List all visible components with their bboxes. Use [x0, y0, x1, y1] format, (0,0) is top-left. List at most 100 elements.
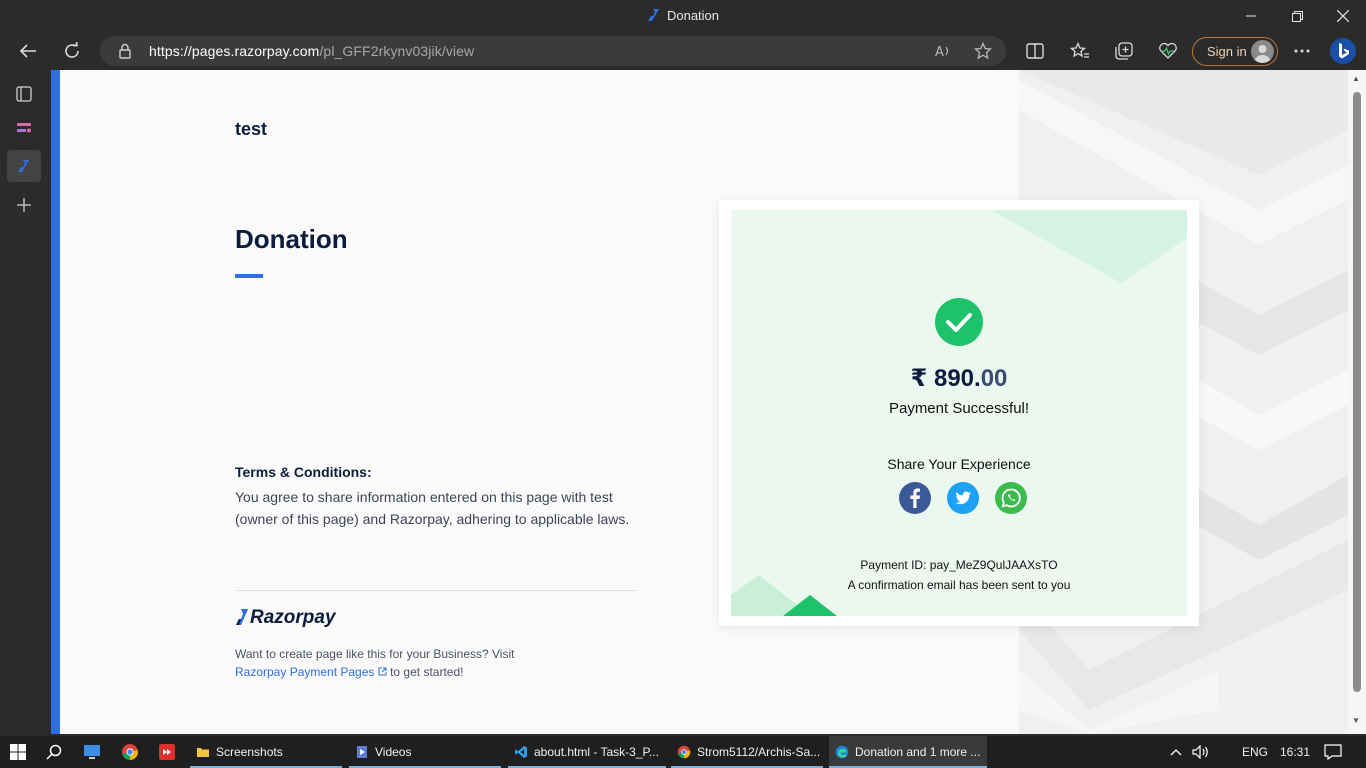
new-tab-button[interactable] — [7, 189, 41, 221]
computer-icon — [84, 745, 100, 759]
windows-taskbar: Screenshots Videos about.html - Task-3_P… — [0, 736, 1366, 768]
twitter-share-button[interactable] — [947, 482, 979, 514]
media-app-icon — [159, 744, 175, 760]
title-bar: Donation — [0, 0, 1366, 32]
video-folder-icon — [357, 746, 367, 758]
pinned-this-pc[interactable] — [74, 736, 110, 768]
taskbar-app-label: Videos — [375, 745, 412, 759]
favorites-button[interactable] — [1063, 34, 1097, 68]
settings-more-button[interactable] — [1285, 34, 1319, 68]
pinned-chrome[interactable] — [112, 736, 148, 768]
vscode-icon — [515, 746, 527, 758]
address-bar[interactable]: https://pages.razorpay.com/pl_GFF2rkynv0… — [100, 36, 1006, 66]
folder-icon — [197, 748, 209, 757]
taskbar-app-label: Strom5112/Archis-Sa... — [697, 745, 821, 759]
heart-pulse-icon — [1159, 42, 1177, 59]
taskbar-app-edge-donation[interactable]: Donation and 1 more ... — [829, 736, 987, 768]
title-underline — [235, 274, 263, 278]
collections-icon — [1115, 42, 1133, 60]
razorpay-brand-text: Razorpay — [250, 607, 336, 628]
search-button[interactable] — [36, 736, 72, 768]
url-path: /pl_GFF2rkynv03jik/view — [319, 43, 475, 59]
taskbar-app-label: Screenshots — [216, 745, 283, 759]
window-title: Donation — [0, 8, 1366, 23]
taskbar-app-chrome-github[interactable]: Strom5112/Archis-Sa... — [671, 736, 823, 768]
taskbar-app-label: about.html - Task-3_P... — [534, 745, 659, 759]
payment-pages-link[interactable]: Razorpay Payment Pages — [235, 665, 387, 679]
svg-text:A: A — [935, 45, 944, 60]
search-icon — [46, 744, 62, 760]
tab-actions-icon — [16, 86, 32, 102]
clock[interactable]: 16:31 — [1280, 736, 1310, 768]
chevron-up-icon — [1170, 749, 1182, 756]
split-screen-button[interactable] — [1018, 34, 1052, 68]
close-icon — [1337, 10, 1349, 22]
receipt-card: ₹ 890.00 Payment Successful! Share Your … — [719, 200, 1199, 626]
language-indicator[interactable]: ENG — [1242, 736, 1268, 768]
read-aloud-icon[interactable]: A — [934, 42, 952, 60]
refresh-button[interactable] — [55, 34, 89, 68]
speaker-icon — [1192, 745, 1208, 759]
page-scrollbar[interactable]: ▲ ▼ — [1348, 70, 1366, 734]
divider — [237, 590, 637, 591]
taskbar-app-videos[interactable]: Videos — [349, 736, 501, 768]
chrome-icon — [677, 745, 691, 759]
minimize-button[interactable] — [1228, 0, 1274, 32]
merchant-name: test — [235, 119, 268, 139]
back-arrow-icon — [19, 44, 36, 58]
facebook-share-button[interactable] — [899, 482, 931, 514]
receipt-card-inner: ₹ 890.00 Payment Successful! Share Your … — [731, 210, 1187, 616]
bing-icon — [1330, 38, 1356, 64]
facebook-icon — [910, 488, 920, 508]
razorpay-favicon-icon — [647, 9, 659, 21]
terms-heading: Terms & Conditions: — [235, 464, 372, 480]
promo-line: Want to create page like this for your B… — [235, 647, 515, 661]
plus-icon — [17, 198, 31, 212]
more-dots-icon — [1294, 49, 1310, 53]
sign-in-label: Sign in — [1207, 44, 1247, 59]
share-label: Share Your Experience — [887, 456, 1031, 472]
back-button[interactable] — [11, 34, 45, 68]
collections-button[interactable] — [1107, 34, 1141, 68]
tab-actions-button[interactable] — [7, 78, 41, 110]
show-hidden-icons-button[interactable] — [1170, 736, 1186, 768]
razorpay-logo-icon — [236, 609, 248, 625]
minimize-icon — [1246, 15, 1256, 17]
notifications-button[interactable] — [1324, 736, 1344, 768]
whatsapp-icon — [1001, 488, 1021, 508]
pinned-app[interactable] — [149, 736, 185, 768]
scroll-down-icon[interactable]: ▼ — [1352, 716, 1360, 725]
payment-pages-link-text: Razorpay Payment Pages — [235, 665, 375, 679]
sidebar-tab-extension[interactable] — [7, 112, 41, 144]
success-check-icon — [935, 298, 983, 346]
promo-text: Want to create page like this for your B… — [235, 645, 514, 681]
scrollbar-thumb[interactable] — [1353, 92, 1361, 692]
bing-copilot-button[interactable] — [1326, 34, 1360, 68]
volume-button[interactable] — [1192, 736, 1212, 768]
split-screen-icon — [1026, 43, 1044, 59]
restore-icon — [1291, 10, 1303, 22]
favorite-star-icon[interactable] — [974, 42, 992, 60]
close-button[interactable] — [1320, 0, 1366, 32]
payment-id: Payment ID: pay_MeZ9QulJAAXsTO — [860, 558, 1058, 572]
payment-status: Payment Successful! — [888, 400, 1030, 417]
whatsapp-share-button[interactable] — [995, 482, 1027, 514]
restore-button[interactable] — [1274, 0, 1320, 32]
taskbar-app-screenshots[interactable]: Screenshots — [190, 736, 342, 768]
razorpay-tab-icon — [18, 160, 29, 172]
browser-essentials-button[interactable] — [1151, 34, 1185, 68]
edge-icon — [835, 745, 849, 759]
scroll-up-icon[interactable]: ▲ — [1352, 74, 1360, 83]
notification-icon — [1324, 744, 1342, 760]
page-title: Donation — [235, 224, 348, 254]
sign-in-button[interactable]: Sign in — [1192, 37, 1278, 66]
promo-suffix: to get started! — [390, 665, 464, 679]
sidebar-tab-donation[interactable] — [7, 150, 41, 182]
razorpay-logo[interactable]: Razorpay — [235, 607, 336, 631]
start-button[interactable] — [0, 736, 36, 768]
confirmation-text: A confirmation email has been sent to yo… — [847, 578, 1071, 592]
taskbar-app-vscode[interactable]: about.html - Task-3_P... — [508, 736, 666, 768]
url-host: https://pages.razorpay.com — [149, 43, 320, 59]
url-text: https://pages.razorpay.com/pl_GFF2rkynv0… — [149, 43, 474, 59]
amount-decimal: 00 — [980, 365, 1008, 392]
